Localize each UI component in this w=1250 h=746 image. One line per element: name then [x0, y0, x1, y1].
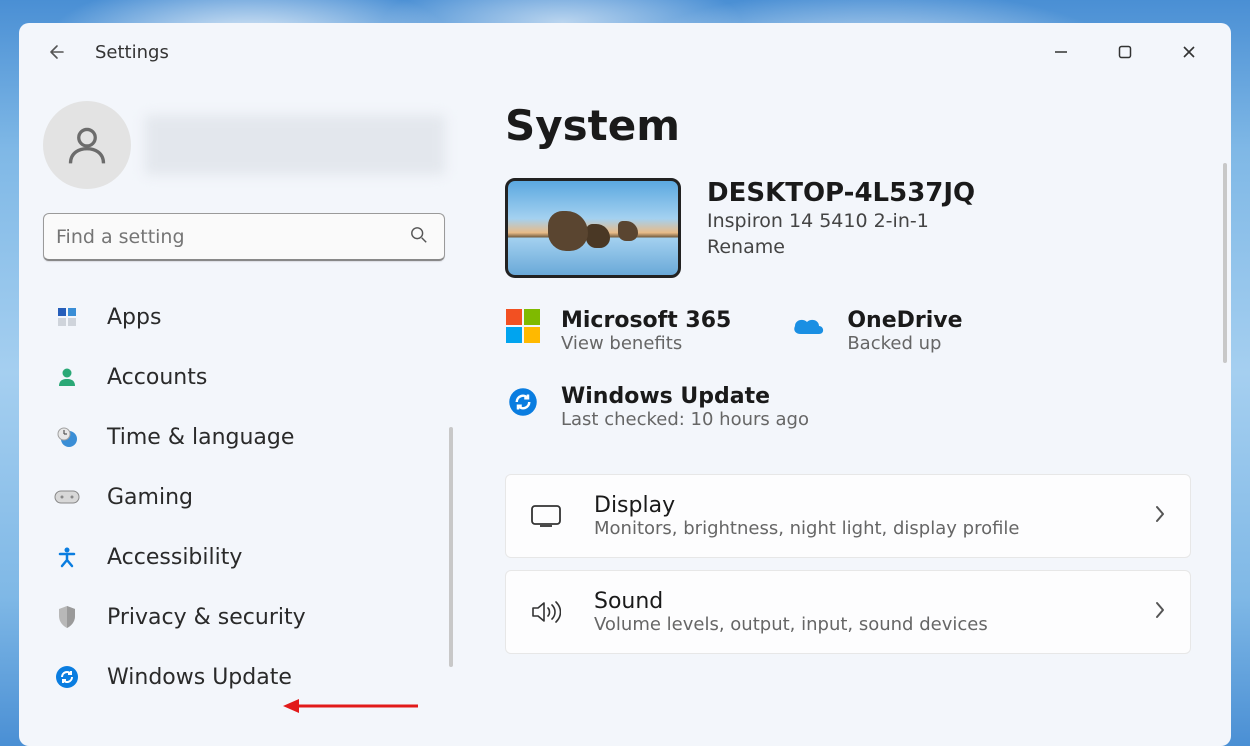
- apps-icon: [53, 303, 81, 331]
- status-title: OneDrive: [847, 308, 962, 333]
- maximize-button[interactable]: [1105, 32, 1145, 72]
- display-icon: [530, 500, 562, 532]
- microsoft-logo-icon: [505, 308, 541, 344]
- sidebar-scrollbar[interactable]: [449, 427, 453, 667]
- sidebar-item-label: Apps: [107, 305, 161, 330]
- user-info-redacted: [145, 115, 445, 175]
- minimize-button[interactable]: [1041, 32, 1081, 72]
- main-panel: System DESKTOP-4L537JQ Inspiron 14 5410 …: [469, 81, 1231, 746]
- page-title: System: [505, 101, 1191, 150]
- onedrive-icon: [791, 308, 827, 344]
- avatar: [43, 101, 131, 189]
- sidebar-item-label: Accounts: [107, 365, 207, 390]
- status-sub: View benefits: [561, 333, 731, 354]
- sidebar-item-privacy-security[interactable]: Privacy & security: [53, 597, 445, 637]
- card-title: Display: [594, 493, 1122, 518]
- device-row: DESKTOP-4L537JQ Inspiron 14 5410 2-in-1 …: [505, 178, 1191, 278]
- card-sub: Volume levels, output, input, sound devi…: [594, 614, 1122, 635]
- status-sub: Backed up: [847, 333, 962, 354]
- sidebar-item-gaming[interactable]: Gaming: [53, 477, 445, 517]
- time-language-icon: [53, 423, 81, 451]
- sidebar-item-label: Gaming: [107, 485, 193, 510]
- shield-icon: [53, 603, 81, 631]
- sound-icon: [530, 596, 562, 628]
- status-windows-update[interactable]: Windows Update Last checked: 10 hours ag…: [505, 384, 1191, 430]
- titlebar: Settings: [19, 23, 1231, 81]
- card-display[interactable]: Display Monitors, brightness, night ligh…: [505, 474, 1191, 558]
- sidebar: Apps Accounts Time & language: [19, 81, 469, 746]
- main-scrollbar[interactable]: [1223, 163, 1227, 363]
- nav-list: Apps Accounts Time & language: [43, 297, 445, 697]
- sidebar-item-time-language[interactable]: Time & language: [53, 417, 445, 457]
- accounts-icon: [53, 363, 81, 391]
- device-model: Inspiron 14 5410 2-in-1: [707, 210, 975, 232]
- sidebar-item-label: Accessibility: [107, 545, 242, 570]
- status-title: Windows Update: [561, 384, 809, 409]
- status-m365[interactable]: Microsoft 365 View benefits: [505, 308, 731, 354]
- search-input[interactable]: [56, 226, 410, 248]
- sidebar-item-apps[interactable]: Apps: [53, 297, 445, 337]
- update-icon: [505, 384, 541, 420]
- windows-update-icon: [53, 663, 81, 691]
- close-button[interactable]: [1169, 32, 1209, 72]
- accessibility-icon: [53, 543, 81, 571]
- card-sound[interactable]: Sound Volume levels, output, input, soun…: [505, 570, 1191, 654]
- sidebar-item-label: Time & language: [107, 425, 294, 450]
- sidebar-item-windows-update[interactable]: Windows Update: [53, 657, 445, 697]
- sidebar-item-label: Windows Update: [107, 665, 292, 690]
- user-section[interactable]: [43, 101, 445, 189]
- rename-link[interactable]: Rename: [707, 236, 975, 258]
- sidebar-item-accessibility[interactable]: Accessibility: [53, 537, 445, 577]
- device-name: DESKTOP-4L537JQ: [707, 178, 975, 208]
- card-sub: Monitors, brightness, night light, displ…: [594, 518, 1122, 539]
- status-title: Microsoft 365: [561, 308, 731, 333]
- card-title: Sound: [594, 589, 1122, 614]
- search-icon: [410, 226, 428, 248]
- window-title: Settings: [95, 42, 169, 63]
- chevron-right-icon: [1154, 601, 1166, 623]
- status-sub: Last checked: 10 hours ago: [561, 409, 809, 430]
- search-box[interactable]: [43, 213, 445, 261]
- device-thumbnail[interactable]: [505, 178, 681, 278]
- sidebar-item-accounts[interactable]: Accounts: [53, 357, 445, 397]
- settings-window: Settings: [19, 23, 1231, 746]
- gaming-icon: [53, 483, 81, 511]
- sidebar-item-label: Privacy & security: [107, 605, 306, 630]
- chevron-right-icon: [1154, 505, 1166, 527]
- status-onedrive[interactable]: OneDrive Backed up: [791, 308, 962, 354]
- back-button[interactable]: [43, 40, 67, 64]
